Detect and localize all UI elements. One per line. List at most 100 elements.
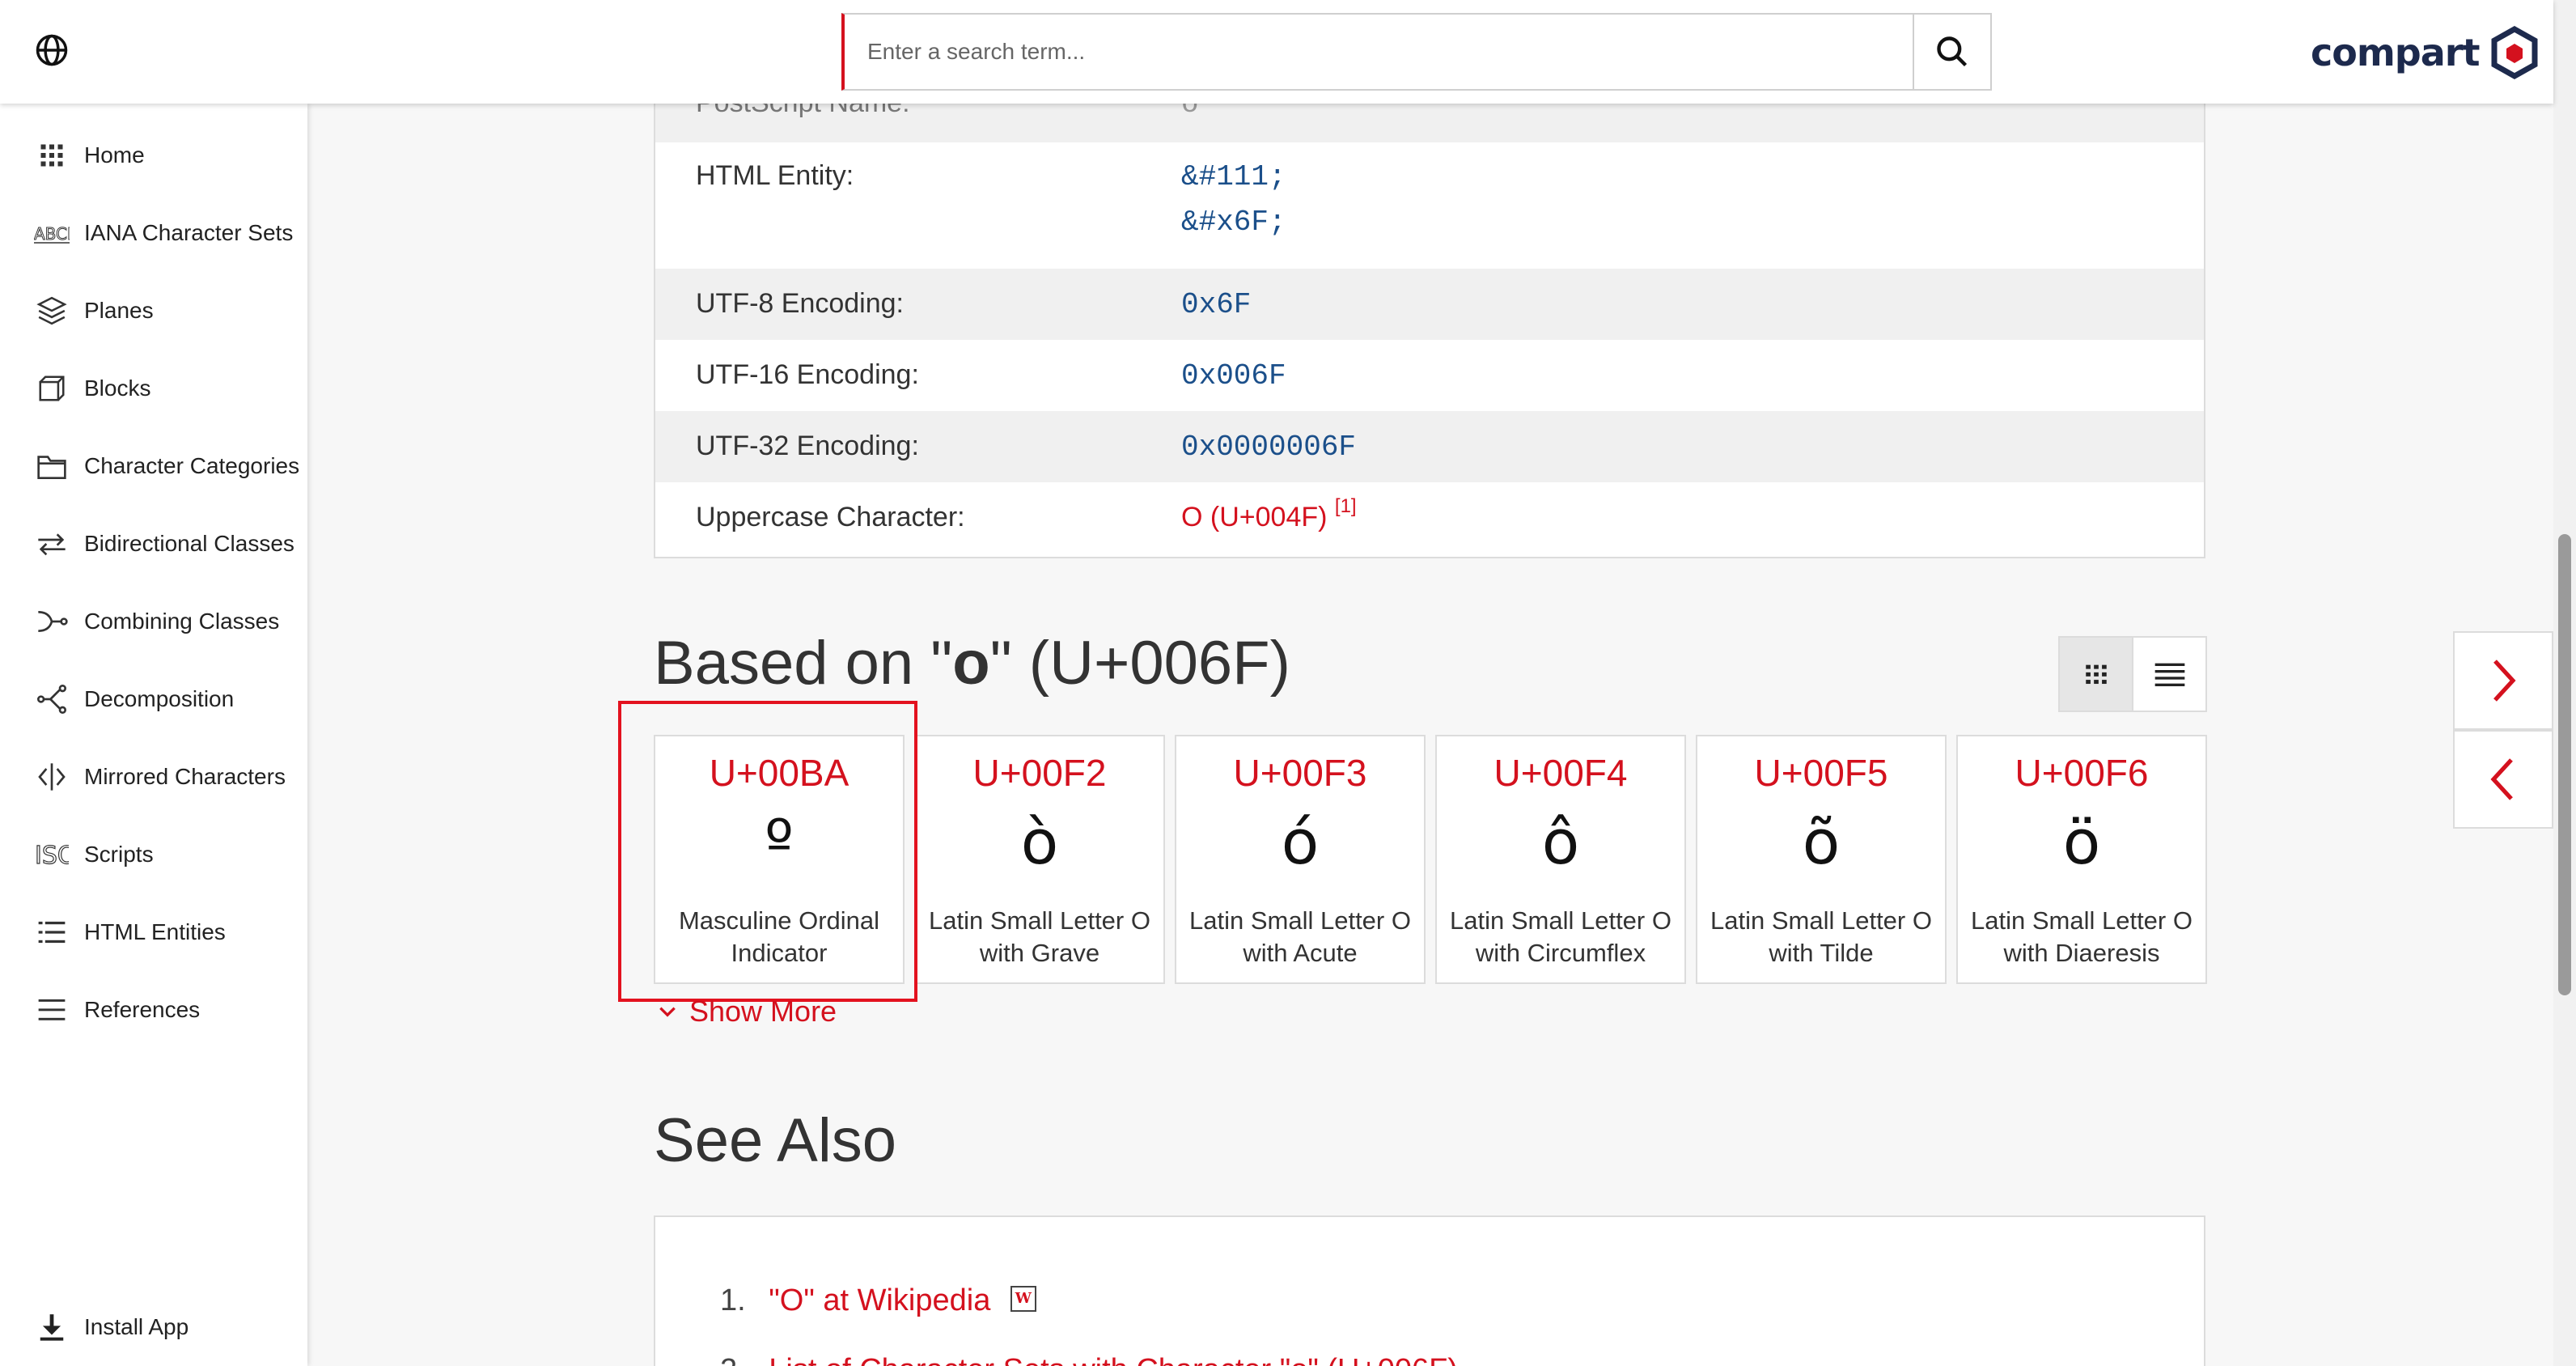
abcd-icon: ABCD — [34, 215, 70, 251]
sidebar-item-label: Scripts — [84, 842, 154, 867]
based-on-heading: Based on "o" (U+006F) — [654, 629, 1290, 698]
globe-icon — [36, 34, 68, 66]
property-value: 0x006F — [1181, 359, 1286, 392]
card-code: U+00F6 — [2015, 752, 2149, 794]
sidebar-item-label: HTML Entities — [84, 919, 226, 944]
search-icon — [1937, 36, 1968, 67]
sidebar-item-label: References — [84, 997, 201, 1022]
view-toggle — [2058, 636, 2207, 712]
search-bar — [841, 13, 1992, 91]
list-item: 2. List of Character Sets with Character… — [720, 1353, 1458, 1366]
compart-logo[interactable]: compart — [2311, 24, 2539, 81]
character-card[interactable]: U+00F5 õ Latin Small Letter O with Tilde — [1696, 735, 1947, 984]
sidebar-item-scripts[interactable]: ISO Scripts — [0, 822, 307, 887]
sidebar-item-mirrored-characters[interactable]: Mirrored Characters — [0, 745, 307, 809]
property-label: UTF-8 Encoding: — [696, 288, 904, 319]
show-more-button[interactable]: Show More — [657, 994, 837, 1029]
character-card[interactable]: U+00F3 ó Latin Small Letter O with Acute — [1175, 735, 1426, 984]
list-icon — [34, 914, 70, 950]
sidebar-item-html-entities[interactable]: HTML Entities — [0, 900, 307, 965]
chevron-right-icon — [2493, 660, 2516, 702]
uppercase-character-text: O (U+004F) — [1181, 502, 1328, 532]
combining-icon — [34, 604, 70, 639]
sidebar-item-character-categories[interactable]: Character Categories — [0, 434, 307, 498]
card-code: U+00F2 — [972, 752, 1107, 794]
table-row: UTF-16 Encoding: 0x006F — [655, 340, 2204, 411]
hexagon-logo-icon — [2491, 26, 2538, 79]
card-name: Masculine Ordinal Indicator — [678, 906, 880, 967]
next-character-button[interactable] — [2453, 631, 2553, 730]
sidebar-item-label: Blocks — [84, 375, 151, 401]
property-value: &#111; — [1181, 160, 1286, 193]
chevron-left-icon — [2490, 758, 2513, 800]
iso-icon: ISO — [34, 837, 70, 872]
card-glyph: ô — [1541, 806, 1580, 878]
table-row: Uppercase Character: O (U+004F) [1] — [655, 482, 2204, 557]
search-input[interactable] — [845, 15, 1913, 89]
character-card[interactable]: U+00F4 ô Latin Small Letter O with Circu… — [1435, 735, 1686, 984]
footnote-ref[interactable]: [1] — [1335, 495, 1357, 517]
card-name: Latin Small Letter O with Grave — [929, 906, 1150, 967]
character-properties-table: PostScript Name: o HTML Entity: &#111; &… — [654, 81, 2205, 558]
sidebar-item-home[interactable]: Home — [0, 123, 307, 188]
list-item: 1. "O" at Wikipedia W — [720, 1283, 1036, 1318]
language-button[interactable] — [32, 31, 71, 70]
decomposition-icon — [34, 681, 70, 717]
layers-icon — [34, 293, 70, 329]
card-name: Latin Small Letter O with Acute — [1189, 906, 1411, 967]
sidebar-item-planes[interactable]: Planes — [0, 278, 307, 343]
card-name: Latin Small Letter O with Tilde — [1710, 906, 1932, 967]
sidebar-item-bidirectional-classes[interactable]: Bidirectional Classes — [0, 511, 307, 576]
grid-view-button[interactable] — [2060, 638, 2133, 711]
download-icon — [34, 1309, 70, 1345]
card-glyph: ó — [1281, 806, 1320, 878]
property-value: 0x6F — [1181, 288, 1252, 321]
scrollbar-thumb[interactable] — [2558, 534, 2571, 995]
card-name: Latin Small Letter O with Diaeresis — [1971, 906, 2193, 967]
list-number: 1. — [720, 1283, 746, 1317]
card-glyph: ö — [2062, 806, 2101, 878]
property-label: UTF-32 Encoding: — [696, 431, 919, 461]
character-card[interactable]: U+00BA º Masculine Ordinal Indicator — [654, 735, 905, 984]
list-view-icon — [2154, 663, 2184, 686]
sidebar-item-blocks[interactable]: Blocks — [0, 356, 307, 421]
sidebar-item-decomposition[interactable]: Decomposition — [0, 667, 307, 732]
vertical-scrollbar[interactable] — [2553, 0, 2576, 1366]
sidebar-item-combining-classes[interactable]: Combining Classes — [0, 589, 307, 654]
card-name: Latin Small Letter O with Circumflex — [1450, 906, 1671, 967]
property-value: 0x0000006F — [1181, 431, 1357, 464]
property-label: Uppercase Character: — [696, 502, 965, 532]
character-sets-link[interactable]: List of Character Sets with Character "o… — [769, 1353, 1458, 1366]
search-button[interactable] — [1913, 15, 1990, 89]
sidebar-item-label: IANA Character Sets — [84, 220, 294, 245]
card-glyph: ò — [1020, 806, 1059, 878]
grid-icon — [34, 138, 70, 173]
svg-text:ABCD: ABCD — [34, 224, 70, 244]
sidebar-item-references[interactable]: References — [0, 978, 307, 1042]
sidebar-item-iana-character-sets[interactable]: ABCD IANA Character Sets — [0, 201, 307, 265]
card-code: U+00F5 — [1754, 752, 1888, 794]
sidebar-item-label: Decomposition — [84, 686, 235, 711]
sidebar: Home ABCD IANA Character Sets Planes Blo… — [0, 104, 307, 1366]
wikipedia-icon: W — [1010, 1285, 1036, 1312]
bidi-arrows-icon — [34, 526, 70, 562]
menu-icon — [34, 992, 70, 1028]
property-label: UTF-16 Encoding: — [696, 359, 919, 390]
top-header: compart — [0, 0, 2553, 104]
list-view-button[interactable] — [2133, 638, 2205, 711]
chevron-down-icon — [659, 1007, 676, 1017]
logo-text: compart — [2311, 31, 2480, 74]
wikipedia-link[interactable]: "O" at Wikipedia — [769, 1283, 990, 1317]
sidebar-item-label: Bidirectional Classes — [84, 531, 294, 556]
character-card[interactable]: U+00F2 ò Latin Small Letter O with Grave — [914, 735, 1165, 984]
card-glyph: º — [765, 806, 794, 878]
install-app-button[interactable]: Install App — [0, 1295, 307, 1360]
table-row: HTML Entity: &#111; &#x6F; — [655, 142, 2204, 269]
show-more-label: Show More — [689, 995, 837, 1028]
cube-icon — [34, 371, 70, 406]
uppercase-character-link[interactable]: O (U+004F) [1] — [1181, 495, 1357, 533]
previous-character-button[interactable] — [2453, 730, 2553, 829]
folder-icon — [34, 448, 70, 484]
character-card[interactable]: U+00F6 ö Latin Small Letter O with Diaer… — [1956, 735, 2207, 984]
card-glyph: õ — [1802, 806, 1841, 878]
